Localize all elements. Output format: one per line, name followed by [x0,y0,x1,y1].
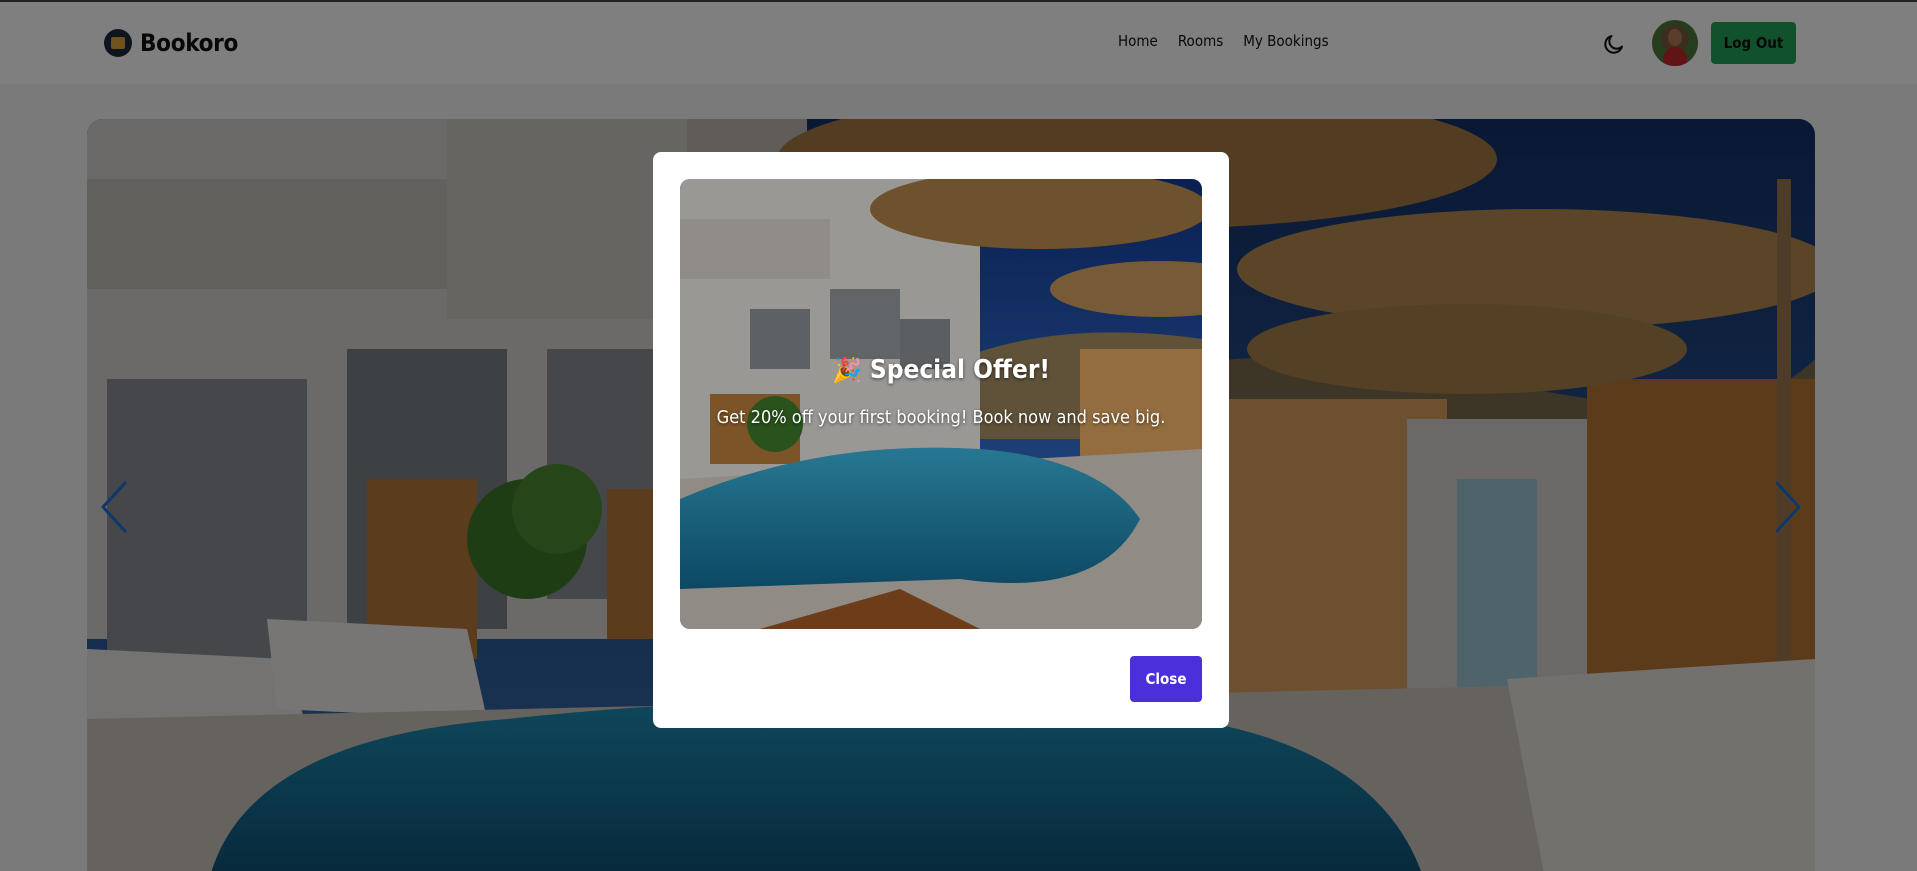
offer-description: Get 20% off your first booking! Book now… [716,407,1166,428]
offer-image: 🎉 Special Offer! Get 20% off your first … [680,179,1202,629]
offer-title: Special Offer! [869,355,1051,385]
special-offer-modal: 🎉 Special Offer! Get 20% off your first … [653,152,1229,728]
offer-heading: 🎉 Special Offer! [680,355,1202,385]
party-popper-icon: 🎉 [831,356,862,384]
close-button[interactable]: Close [1130,656,1202,702]
